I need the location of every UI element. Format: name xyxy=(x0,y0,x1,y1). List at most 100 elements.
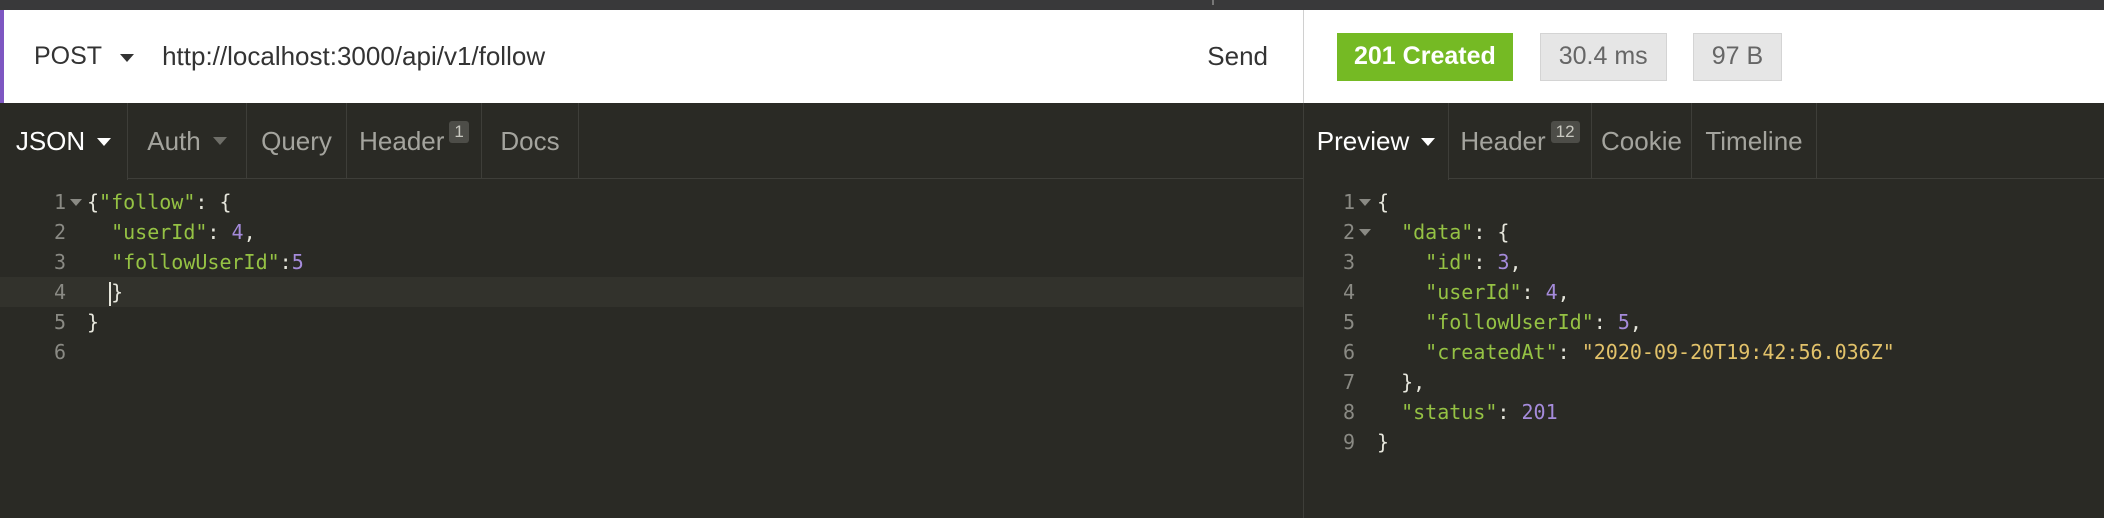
fold-arrow-icon[interactable] xyxy=(1359,229,1371,236)
json-number: 201 xyxy=(1521,400,1558,424)
json-string: "2020-09-20T19:42:56.036Z" xyxy=(1581,340,1895,364)
request-body-editor[interactable]: 1 {"follow": { 2 "userId": 4, 3 "followU… xyxy=(0,179,1303,518)
header-count-badge: 1 xyxy=(449,121,469,143)
method-label: POST xyxy=(34,42,103,70)
code-token: }, xyxy=(1401,370,1426,394)
tab-auth[interactable]: Auth xyxy=(128,103,247,179)
code-token: : xyxy=(1473,250,1498,274)
code-token: : xyxy=(279,250,292,274)
top-tick xyxy=(1212,0,1214,5)
code-token: } xyxy=(111,280,124,304)
method-dropdown[interactable]: POST xyxy=(34,42,135,71)
code-token: : xyxy=(1497,400,1522,424)
request-url-bar: POST Send xyxy=(0,10,1303,103)
json-key: "status" xyxy=(1401,400,1498,424)
tab-docs-label: Docs xyxy=(500,125,560,156)
line-number: 3 xyxy=(1342,250,1355,274)
tab-json[interactable]: JSON xyxy=(0,103,128,180)
send-button[interactable]: Send xyxy=(1207,41,1268,72)
response-body-viewer[interactable]: 1 { 2 "data": { 3 "id": 3, 4 "userId": 4… xyxy=(1304,179,2104,518)
code-line: 3 "followUserId":5 xyxy=(0,247,1303,277)
code-token: : xyxy=(1557,340,1582,364)
code-token: , xyxy=(1557,280,1570,304)
response-header-count-badge: 12 xyxy=(1550,121,1580,143)
code-token: , xyxy=(1629,310,1642,334)
response-status-bar: 201 Created 30.4 ms 97 B xyxy=(1303,10,2104,103)
code-line-current: 4 } xyxy=(0,277,1303,307)
code-line: 1 { xyxy=(1304,187,2104,217)
line-number: 7 xyxy=(1342,370,1355,394)
response-time: 30.4 ms xyxy=(1539,32,1667,81)
tab-cookie[interactable]: Cookie xyxy=(1592,103,1692,179)
line-number: 6 xyxy=(1342,340,1355,364)
line-number: 5 xyxy=(53,310,66,334)
chevron-down-icon xyxy=(97,137,112,146)
code-line: 1 {"follow": { xyxy=(0,187,1303,217)
tab-cookie-label: Cookie xyxy=(1601,125,1682,156)
line-number: 1 xyxy=(53,190,66,214)
code-line: 8 "status": 201 xyxy=(1304,397,2104,427)
request-tabs: JSON Auth Query Header 1 Docs xyxy=(0,103,1303,180)
json-number: 4 xyxy=(231,220,244,244)
status-badge: 201 Created xyxy=(1337,32,1513,81)
window-top-strip xyxy=(0,0,2104,10)
code-token: : xyxy=(1593,310,1618,334)
code-token: , xyxy=(1509,250,1522,274)
tab-timeline[interactable]: Timeline xyxy=(1692,103,1817,179)
tab-query-label: Query xyxy=(261,125,332,156)
tab-response-header-label: Header xyxy=(1460,125,1546,156)
json-key: "followUserId" xyxy=(1425,310,1594,334)
json-number: 5 xyxy=(291,250,304,274)
line-number: 6 xyxy=(53,340,66,364)
code-token: : xyxy=(207,220,232,244)
json-key: "id" xyxy=(1425,250,1474,274)
chevron-down-icon xyxy=(120,53,135,62)
code-token: } xyxy=(87,310,100,334)
code-token: , xyxy=(243,220,256,244)
tab-auth-label: Auth xyxy=(147,125,201,156)
line-number: 4 xyxy=(53,280,66,304)
line-number: 8 xyxy=(1342,400,1355,424)
line-number: 2 xyxy=(53,220,66,244)
fold-arrow-icon[interactable] xyxy=(1359,199,1371,206)
json-number: 4 xyxy=(1545,280,1558,304)
fold-arrow-icon[interactable] xyxy=(70,199,82,206)
code-token: : xyxy=(1521,280,1546,304)
line-number: 2 xyxy=(1342,220,1355,244)
url-input[interactable] xyxy=(162,41,1063,72)
line-number: 3 xyxy=(53,250,66,274)
tab-response-header[interactable]: Header 12 xyxy=(1449,103,1592,179)
code-line: 9 } xyxy=(1304,427,2104,457)
json-number: 5 xyxy=(1617,310,1630,334)
json-key: "followUserId" xyxy=(111,250,280,274)
response-size: 97 B xyxy=(1692,32,1783,81)
line-number: 5 xyxy=(1342,310,1355,334)
tab-timeline-label: Timeline xyxy=(1705,125,1803,156)
line-number: 4 xyxy=(1342,280,1355,304)
code-token: : { xyxy=(1473,220,1510,244)
tab-preview[interactable]: Preview xyxy=(1304,103,1449,180)
code-line: 3 "id": 3, xyxy=(1304,247,2104,277)
json-key: "follow" xyxy=(99,190,196,214)
tab-header[interactable]: Header 1 xyxy=(347,103,482,179)
code-token: { xyxy=(1377,190,1390,214)
code-line: 5 } xyxy=(0,307,1303,337)
code-token: : xyxy=(195,190,220,214)
code-token: { xyxy=(87,190,100,214)
code-line: 4 "userId": 4, xyxy=(1304,277,2104,307)
response-tabs: Preview Header 12 Cookie Timeline xyxy=(1304,103,2104,180)
code-token: } xyxy=(1377,430,1390,454)
code-token: { xyxy=(219,190,232,214)
json-key: "userId" xyxy=(111,220,208,244)
code-line: 6 xyxy=(0,337,1303,367)
tab-docs[interactable]: Docs xyxy=(482,103,579,179)
tab-preview-label: Preview xyxy=(1316,126,1410,156)
chevron-down-icon xyxy=(212,137,227,145)
tab-json-label: JSON xyxy=(15,126,86,156)
code-line: 2 "data": { xyxy=(1304,217,2104,247)
chevron-down-icon xyxy=(1421,137,1436,146)
line-number: 1 xyxy=(1342,190,1355,214)
line-number: 9 xyxy=(1342,430,1355,454)
code-line: 6 "createdAt": "2020-09-20T19:42:56.036Z… xyxy=(1304,337,2104,367)
tab-query[interactable]: Query xyxy=(247,103,347,179)
